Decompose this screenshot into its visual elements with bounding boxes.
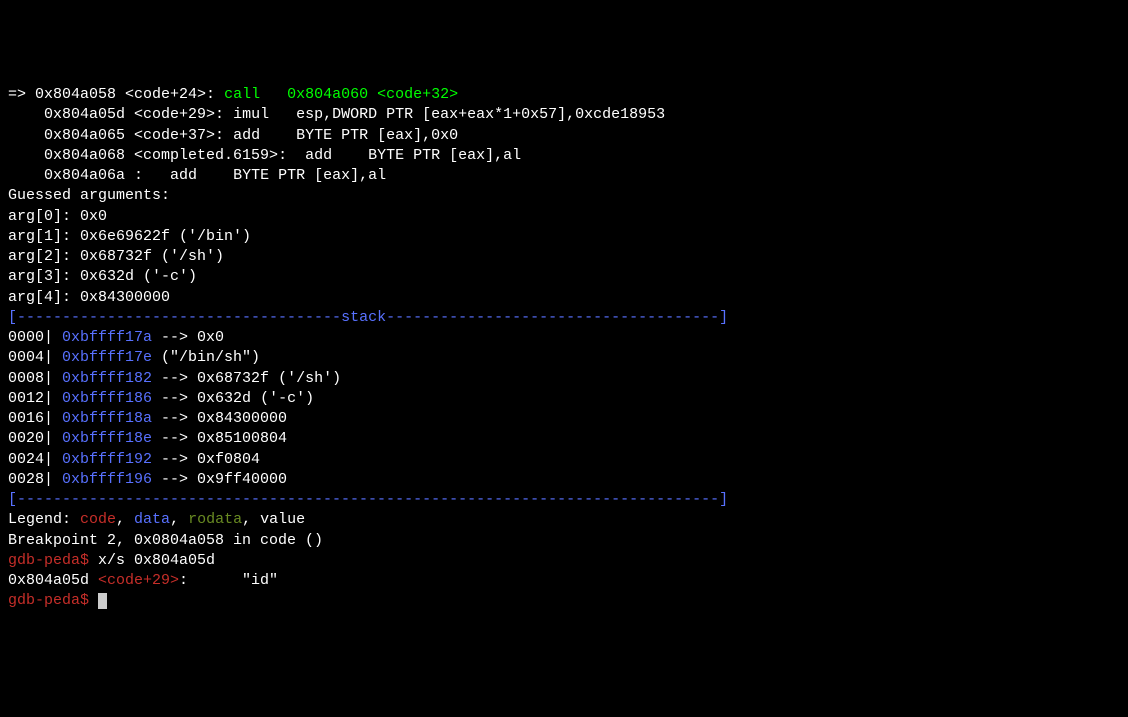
- disasm-line: 0x804a05d <code+29>: imul esp,DWORD PTR …: [8, 105, 1120, 125]
- arg-line: arg[0]: 0x0: [8, 207, 1120, 227]
- stack-line: 0008| 0xbffff182 --> 0x68732f ('/sh'): [8, 369, 1120, 389]
- arg-line: arg[1]: 0x6e69622f ('/bin'): [8, 227, 1120, 247]
- stack-line: 0004| 0xbffff17e ("/bin/sh"): [8, 348, 1120, 368]
- disasm-line: 0x804a06a : add BYTE PTR [eax],al: [8, 166, 1120, 186]
- arg-line: arg[2]: 0x68732f ('/sh'): [8, 247, 1120, 267]
- bottom-divider: [---------------------------------------…: [8, 490, 1120, 510]
- stack-line: 0000| 0xbffff17a --> 0x0: [8, 328, 1120, 348]
- cursor-icon: [98, 593, 107, 609]
- stack-line: 0016| 0xbffff18a --> 0x84300000: [8, 409, 1120, 429]
- arg-line: arg[4]: 0x84300000: [8, 288, 1120, 308]
- stack-line: 0028| 0xbffff196 --> 0x9ff40000: [8, 470, 1120, 490]
- guessed-args-heading: Guessed arguments:: [8, 186, 1120, 206]
- prompt-line[interactable]: gdb-peda$ x/s 0x804a05d: [8, 551, 1120, 571]
- disasm-line: 0x804a068 <completed.6159>: add BYTE PTR…: [8, 146, 1120, 166]
- breakpoint-msg: Breakpoint 2, 0x0804a058 in code (): [8, 531, 1120, 551]
- disasm-line: 0x804a065 <code+37>: add BYTE PTR [eax],…: [8, 126, 1120, 146]
- prompt-line[interactable]: gdb-peda$: [8, 591, 1120, 611]
- stack-line: 0020| 0xbffff18e --> 0x85100804: [8, 429, 1120, 449]
- disasm-line: => 0x804a058 <code+24>: call 0x804a060 <…: [8, 85, 1120, 105]
- stack-line: 0024| 0xbffff192 --> 0xf0804: [8, 450, 1120, 470]
- legend: Legend: code, data, rodata, value: [8, 510, 1120, 530]
- stack-divider: [------------------------------------sta…: [8, 308, 1120, 328]
- stack-line: 0012| 0xbffff186 --> 0x632d ('-c'): [8, 389, 1120, 409]
- arg-line: arg[3]: 0x632d ('-c'): [8, 267, 1120, 287]
- xs-result: 0x804a05d <code+29>: "id": [8, 571, 1120, 591]
